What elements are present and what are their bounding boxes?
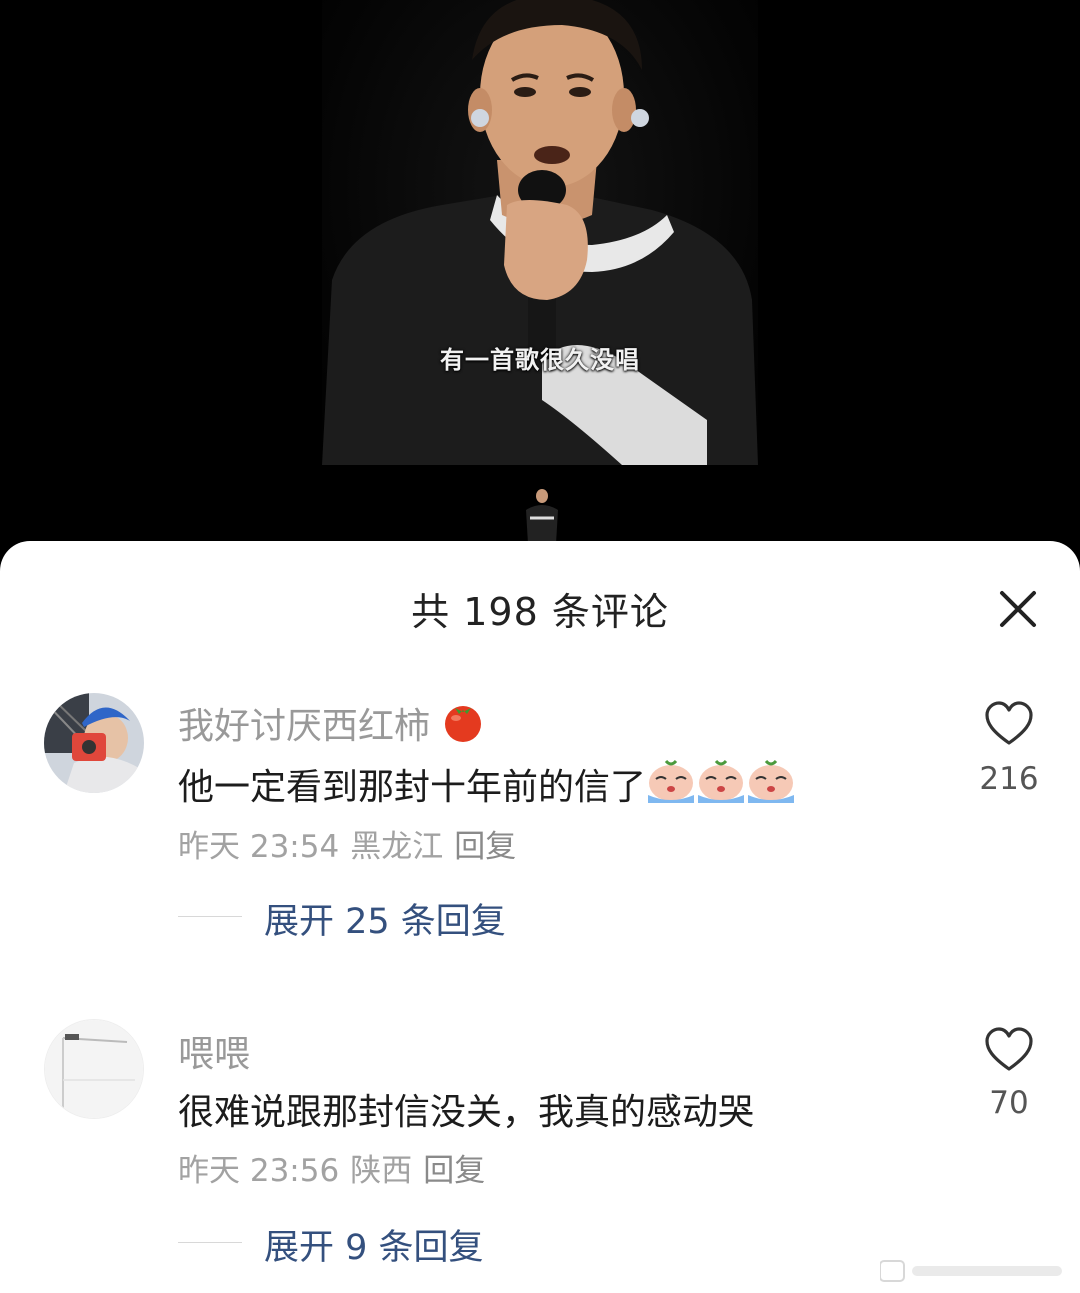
stage-thumbnail-figure bbox=[526, 489, 558, 544]
reply-button[interactable]: 回复 bbox=[454, 829, 516, 865]
video-subtitle: 有一首歌很久没唱 bbox=[440, 346, 640, 374]
avatar[interactable] bbox=[44, 693, 144, 793]
crying-emoji bbox=[748, 759, 795, 803]
comment-text: 他一定看到那封十年前的信了 bbox=[178, 757, 796, 810]
comment-username[interactable]: 喂喂 bbox=[178, 1025, 250, 1077]
reply-button[interactable]: 回复 bbox=[423, 1153, 485, 1189]
crying-emoji bbox=[698, 759, 745, 803]
comment-location: 黑龙江 bbox=[350, 829, 444, 865]
tomato-icon bbox=[445, 706, 482, 742]
comment-text-body: 他一定看到那封十年前的信了 bbox=[178, 767, 647, 808]
watermark-icon bbox=[880, 1260, 1062, 1282]
avatar-image bbox=[44, 693, 144, 793]
crying-emoji bbox=[648, 759, 695, 803]
comment-username[interactable]: 我好讨厌西红柿 bbox=[178, 697, 485, 749]
expand-replies-link[interactable]: 展开 25 条回复 bbox=[264, 893, 506, 944]
performer-image bbox=[322, 0, 758, 465]
comment-location: 陕西 bbox=[350, 1153, 413, 1189]
video-player[interactable]: 有一首歌很久没唱 bbox=[0, 0, 1080, 560]
comment-meta: 昨天 23:54 黑龙江 回复 bbox=[178, 821, 527, 866]
comment-meta: 昨天 23:56 陕西 回复 bbox=[178, 1145, 496, 1190]
avatar-image bbox=[45, 1020, 143, 1118]
comment-count-title: 共 198 条评论 bbox=[411, 590, 669, 634]
comments-sheet: 共 198 条评论 我好讨厌西红柿 他一定看到那封十年前的信了 昨天 23:54… bbox=[0, 541, 1080, 1293]
close-icon[interactable] bbox=[994, 585, 1042, 633]
comment-time: 昨天 23:56 bbox=[178, 1153, 340, 1189]
comment-time: 昨天 23:54 bbox=[178, 829, 340, 865]
comment-text: 很难说跟那封信没关，我真的感动哭 bbox=[178, 1092, 755, 1133]
like-count: 70 bbox=[989, 1085, 1029, 1121]
like-count: 216 bbox=[979, 761, 1039, 797]
username-text: 我好讨厌西红柿 bbox=[178, 706, 431, 747]
avatar[interactable] bbox=[44, 1019, 144, 1119]
heart-icon[interactable] bbox=[984, 701, 1034, 747]
heart-icon[interactable] bbox=[984, 1027, 1034, 1073]
divider bbox=[178, 916, 242, 917]
expand-replies-link[interactable]: 展开 9 条回复 bbox=[264, 1219, 484, 1270]
divider bbox=[178, 1242, 242, 1243]
